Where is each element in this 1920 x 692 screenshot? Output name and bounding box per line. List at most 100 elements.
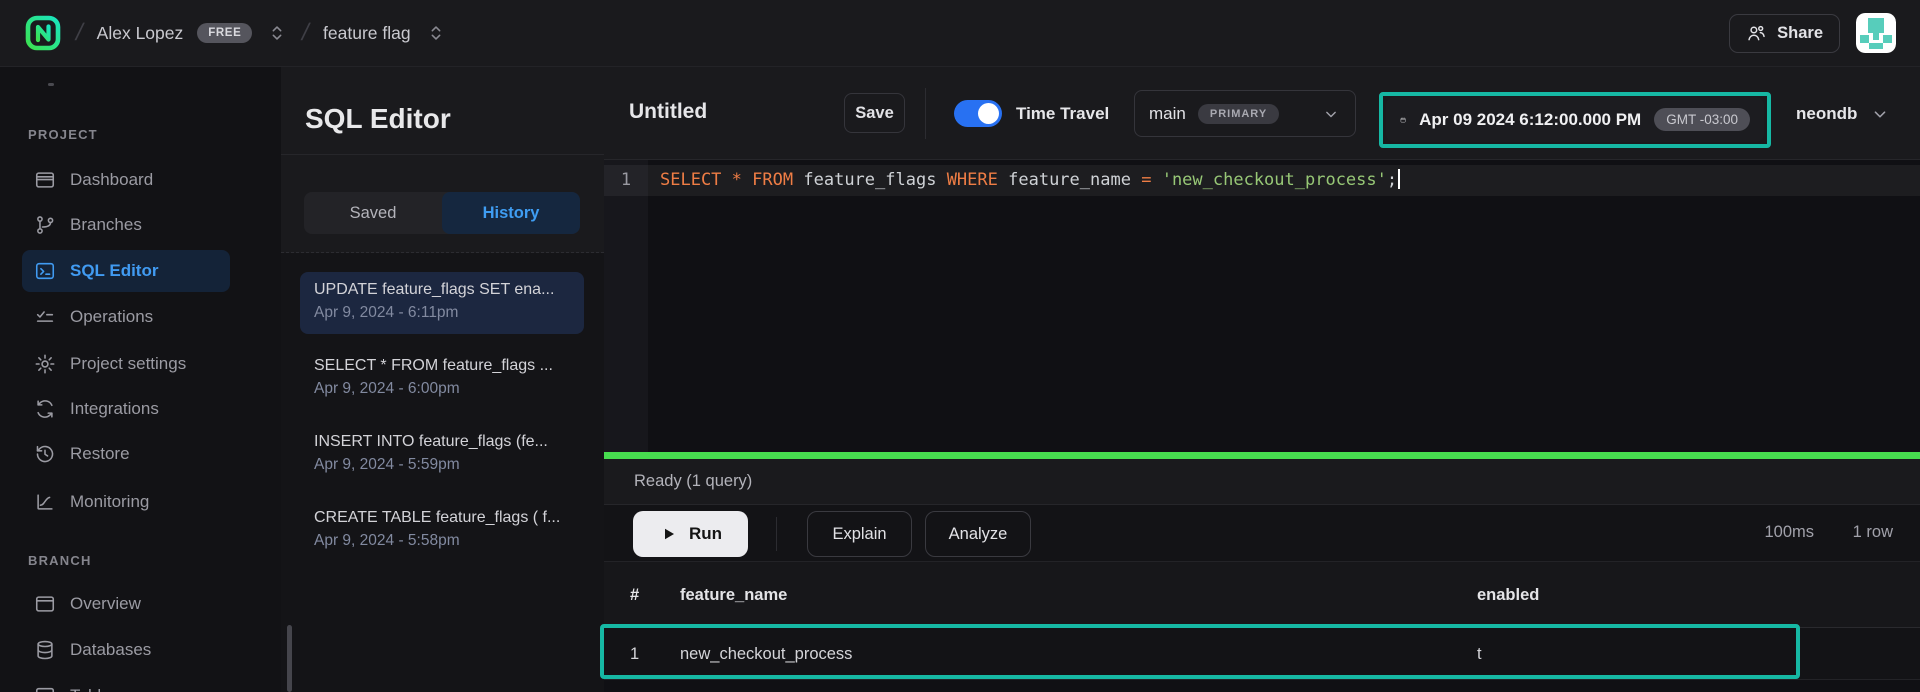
tab-saved[interactable]: Saved (304, 192, 442, 234)
sql-operator: = (1141, 170, 1151, 190)
run-button[interactable]: Run (633, 511, 748, 557)
share-button[interactable]: Share (1729, 14, 1840, 53)
run-button-label: Run (689, 524, 722, 544)
sidebar-scrollbar-thumb[interactable] (287, 625, 292, 692)
sql-editor-icon (34, 260, 56, 282)
restore-clock-icon (34, 443, 56, 465)
sql-editor-panel: SQL Editor Saved History UPDATE feature_… (281, 67, 604, 692)
sidebar-item-label: Restore (70, 444, 130, 464)
project-name[interactable]: feature flag (323, 23, 411, 44)
save-button[interactable]: Save (844, 93, 905, 133)
history-date: Apr 9, 2024 - 6:00pm (314, 380, 570, 398)
results-status-bar: Ready (1 query) (604, 459, 1920, 505)
time-travel-label: Time Travel (1016, 104, 1109, 124)
database-select[interactable]: neondb (1796, 67, 1891, 160)
sidebar: PROJECT Dashboard Branches SQL Editor Op… (0, 67, 281, 692)
results-toolbar: Run Explain Analyze 100ms 1 row (604, 505, 1920, 561)
branch-select[interactable]: main PRIMARY (1134, 90, 1356, 137)
sidebar-item-label: Monitoring (70, 492, 149, 512)
sql-keyword: WHERE (947, 170, 998, 190)
sidebar-item-project-settings[interactable]: Project settings (22, 343, 230, 385)
sidebar-item-sql-editor[interactable]: SQL Editor (22, 250, 230, 292)
sidebar-item-monitoring[interactable]: Monitoring (22, 481, 230, 523)
sql-keyword: SELECT (660, 170, 721, 190)
results-table-header: # feature_name enabled (604, 561, 1920, 628)
calendar-icon (1400, 109, 1406, 131)
plan-badge: FREE (197, 23, 252, 43)
query-duration: 100ms (1764, 523, 1814, 542)
history-item[interactable]: INSERT INTO feature_flags (fe... Apr 9, … (300, 424, 584, 486)
sql-statement: SELECT * FROM feature_flags WHERE featur… (660, 165, 1400, 196)
sidebar-item-label: Databases (70, 640, 151, 660)
timezone-badge: GMT -03:00 (1654, 108, 1750, 131)
database-name: neondb (1796, 104, 1857, 124)
avatar-identicon (1856, 13, 1896, 53)
column-header-index[interactable]: # (630, 562, 639, 629)
neon-logo-icon[interactable] (24, 14, 62, 52)
sql-star: * (732, 170, 742, 190)
top-bar: / Alex Lopez FREE / feature flag Share (0, 0, 1920, 67)
org-switcher-chevrons-icon[interactable] (266, 20, 288, 46)
sidebar-item-label: SQL Editor (70, 261, 158, 281)
sql-string: 'new_checkout_process' (1162, 170, 1387, 190)
avatar[interactable] (1856, 13, 1896, 53)
history-date: Apr 9, 2024 - 6:11pm (314, 304, 570, 322)
row-count: 1 row (1853, 523, 1893, 542)
column-header-enabled[interactable]: enabled (1477, 562, 1539, 629)
integrations-icon (34, 398, 56, 420)
sql-semicolon: ; (1387, 170, 1397, 190)
history-item[interactable]: SELECT * FROM feature_flags ... Apr 9, 2… (300, 348, 584, 410)
table-row[interactable]: 1 new_checkout_process t (604, 628, 1920, 680)
sidebar-section-branch: BRANCH (28, 553, 92, 568)
sidebar-item-label: Overview (70, 594, 141, 614)
sidebar-item-restore[interactable]: Restore (22, 433, 230, 475)
dashboard-icon (34, 169, 56, 191)
query-tab-title[interactable]: Untitled (629, 100, 707, 124)
project-switcher-chevrons-icon[interactable] (425, 20, 447, 46)
tab-history[interactable]: History (442, 192, 580, 234)
sidebar-item-integrations[interactable]: Integrations (22, 388, 230, 430)
panel-title: SQL Editor (305, 103, 451, 135)
sidebar-item-label: Tables (70, 686, 119, 692)
column-header-feature-name[interactable]: feature_name (680, 562, 787, 629)
results-resize-handle[interactable] (604, 452, 1920, 459)
sidebar-item-databases[interactable]: Databases (22, 629, 230, 671)
editor-header: Untitled Save Time Travel main PRIMARY A… (604, 67, 1920, 160)
sql-identifier: feature_name (1008, 170, 1131, 190)
history-query: INSERT INTO feature_flags (fe... (314, 433, 570, 451)
time-travel-toggle[interactable] (954, 100, 1002, 127)
operations-icon (34, 306, 56, 328)
share-button-label: Share (1777, 24, 1823, 43)
history-list: UPDATE feature_flags SET ena... Apr 9, 2… (281, 253, 604, 692)
sidebar-item-tables[interactable]: Tables (22, 675, 230, 692)
main-area: Untitled Save Time Travel main PRIMARY A… (604, 67, 1920, 692)
row-feature-name: new_checkout_process (680, 628, 852, 680)
sidebar-item-overview[interactable]: Overview (22, 583, 230, 625)
history-date: Apr 9, 2024 - 5:59pm (314, 456, 570, 474)
org-name[interactable]: Alex Lopez (97, 23, 184, 44)
time-travel-datepicker[interactable]: Apr 09 2024 6:12:00.000 PM GMT -03:00 (1386, 97, 1764, 142)
sidebar-item-label: Project settings (70, 354, 186, 374)
breadcrumb: / Alex Lopez FREE / feature flag (24, 14, 447, 52)
sidebar-item-branches[interactable]: Branches (22, 204, 230, 246)
primary-badge: PRIMARY (1198, 104, 1279, 124)
top-bar-actions: Share (1729, 13, 1896, 53)
code-editor[interactable]: 1 SELECT * FROM feature_flags WHERE feat… (604, 160, 1920, 452)
code-line: 1 SELECT * FROM feature_flags WHERE feat… (604, 165, 1920, 196)
explain-button[interactable]: Explain (807, 511, 912, 557)
sidebar-item-label: Branches (70, 215, 142, 235)
timestamp-value: Apr 09 2024 6:12:00.000 PM (1419, 110, 1641, 130)
database-icon (34, 639, 56, 661)
history-query: UPDATE feature_flags SET ena... (314, 281, 570, 299)
breadcrumb-separator: / (73, 19, 86, 47)
sidebar-item-dashboard[interactable]: Dashboard (22, 159, 230, 201)
editor-gutter (604, 160, 648, 452)
history-item[interactable]: CREATE TABLE feature_flags ( f... Apr 9,… (300, 500, 584, 562)
history-date: Apr 9, 2024 - 5:58pm (314, 532, 570, 550)
analyze-button[interactable]: Analyze (925, 511, 1031, 557)
sidebar-item-label: Dashboard (70, 170, 153, 190)
sidebar-item-operations[interactable]: Operations (22, 296, 230, 338)
scrolled-item-remnant (48, 83, 54, 86)
row-enabled: t (1477, 628, 1482, 680)
history-item[interactable]: UPDATE feature_flags SET ena... Apr 9, 2… (300, 272, 584, 334)
